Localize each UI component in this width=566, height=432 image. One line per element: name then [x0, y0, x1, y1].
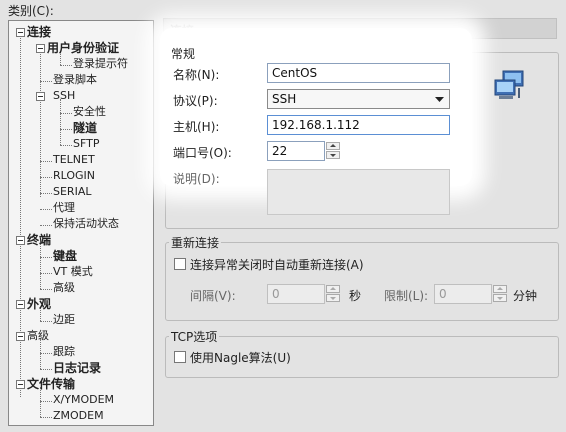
tree-item-terminal-advanced[interactable]: 高级 — [53, 280, 75, 296]
collapse-icon[interactable] — [16, 380, 25, 389]
tree-line — [40, 417, 52, 418]
collapse-icon[interactable] — [36, 92, 45, 101]
tree-line — [60, 99, 61, 145]
tree-item-tunnel[interactable]: 隧道 — [73, 120, 97, 136]
tree-item-login-script[interactable]: 登录脚本 — [53, 72, 97, 88]
interval-input[interactable]: 0 — [267, 284, 325, 304]
tree-line — [40, 321, 52, 322]
port-label: 端口号(O): — [173, 146, 232, 160]
tree-item-file-transfer[interactable]: 文件传输 — [27, 376, 75, 392]
collapse-icon[interactable] — [16, 300, 25, 309]
auto-reconnect-label[interactable]: 连接异常关闭时自动重新连接(A) — [190, 256, 364, 273]
description-label: 说明(D): — [173, 172, 220, 186]
interval-unit: 秒 — [349, 289, 362, 303]
protocol-select[interactable]: SSH — [267, 89, 450, 109]
general-group-title: 常规 — [171, 47, 196, 61]
tree-line — [40, 209, 52, 210]
limit-unit: 分钟 — [513, 289, 538, 303]
tree-line — [40, 193, 52, 194]
description-textarea[interactable] — [267, 169, 450, 215]
tree-line — [60, 113, 72, 114]
category-tree[interactable]: 连接 用户身份验证 登录提示符 登录脚本 SSH 安全性 隧道 SFTP TEL… — [8, 20, 154, 426]
protocol-label: 协议(P): — [173, 94, 218, 108]
tree-line — [40, 243, 41, 289]
tree-item-keepalive[interactable]: 保持活动状态 — [53, 216, 119, 232]
host-input[interactable]: 192.168.1.112 — [267, 115, 450, 135]
limit-spinner[interactable] — [493, 285, 507, 303]
tree-item-advanced[interactable]: 高级 — [27, 328, 49, 344]
tree-item-security[interactable]: 安全性 — [73, 104, 106, 120]
limit-label: 限制(L): — [384, 289, 429, 303]
tree-line — [40, 177, 52, 178]
tree-line — [40, 369, 52, 370]
tree-item-keyboard[interactable]: 键盘 — [53, 248, 77, 264]
tree-line — [40, 273, 52, 274]
tree-item-appearance[interactable]: 外观 — [27, 296, 51, 312]
tree-item-proxy[interactable]: 代理 — [53, 200, 75, 216]
tree-item-trace[interactable]: 跟踪 — [53, 344, 75, 360]
auto-reconnect-checkbox[interactable] — [174, 258, 186, 270]
tcp-group-title: TCP选项 — [169, 328, 220, 345]
limit-input[interactable]: 0 — [434, 284, 492, 304]
collapse-icon[interactable] — [16, 236, 25, 245]
interval-label: 间隔(V): — [190, 289, 236, 303]
collapse-icon[interactable] — [16, 28, 25, 37]
port-spinner[interactable] — [326, 142, 340, 160]
name-input[interactable]: CentOS — [267, 63, 450, 83]
tree-line — [60, 145, 72, 146]
tree-line — [60, 65, 72, 66]
tree-item-terminal[interactable]: 终端 — [27, 232, 51, 248]
tree-line — [40, 353, 52, 354]
tree-line — [20, 35, 21, 397]
category-label: 类别(C): — [8, 4, 54, 18]
tree-line — [40, 257, 52, 258]
name-label: 名称(N): — [173, 68, 220, 82]
tree-line — [40, 81, 52, 82]
tree-line — [40, 225, 52, 226]
tree-item-login-prompt[interactable]: 登录提示符 — [73, 56, 128, 72]
tree-item-margin[interactable]: 边距 — [53, 312, 75, 328]
protocol-value: SSH — [272, 92, 297, 106]
tree-item-ssh[interactable]: SSH — [53, 88, 75, 104]
tree-line — [60, 129, 72, 130]
tree-item-telnet[interactable]: TELNET — [53, 152, 95, 168]
port-input[interactable]: 22 — [267, 141, 325, 161]
tree-line — [40, 161, 52, 162]
tree-item-auth[interactable]: 用户身份验证 — [47, 40, 119, 56]
collapse-icon[interactable] — [16, 332, 25, 341]
reconnect-group-title: 重新连接 — [169, 234, 222, 251]
tree-item-xymodem[interactable]: X/YMODEM — [53, 392, 114, 408]
tree-item-zmodem[interactable]: ZMODEM — [53, 408, 104, 424]
network-computers-icon — [494, 70, 524, 99]
reconnect-group — [165, 242, 559, 321]
nagle-checkbox[interactable] — [174, 351, 186, 363]
tree-item-rlogin[interactable]: RLOGIN — [53, 168, 95, 184]
tree-item-connection[interactable]: 连接 — [27, 24, 51, 40]
tree-line — [40, 51, 41, 197]
tree-item-logging[interactable]: 日志记录 — [53, 360, 101, 376]
tree-item-serial[interactable]: SERIAL — [53, 184, 91, 200]
tree-line — [40, 289, 52, 290]
interval-spinner[interactable] — [326, 285, 340, 303]
collapse-icon[interactable] — [36, 44, 45, 53]
chevron-down-icon — [435, 97, 444, 102]
host-label: 主机(H): — [173, 120, 220, 134]
nagle-label[interactable]: 使用Nagle算法(U) — [190, 349, 291, 366]
tree-item-vt-mode[interactable]: VT 模式 — [53, 264, 93, 280]
tree-item-sftp[interactable]: SFTP — [73, 136, 99, 152]
tree-line — [40, 401, 52, 402]
